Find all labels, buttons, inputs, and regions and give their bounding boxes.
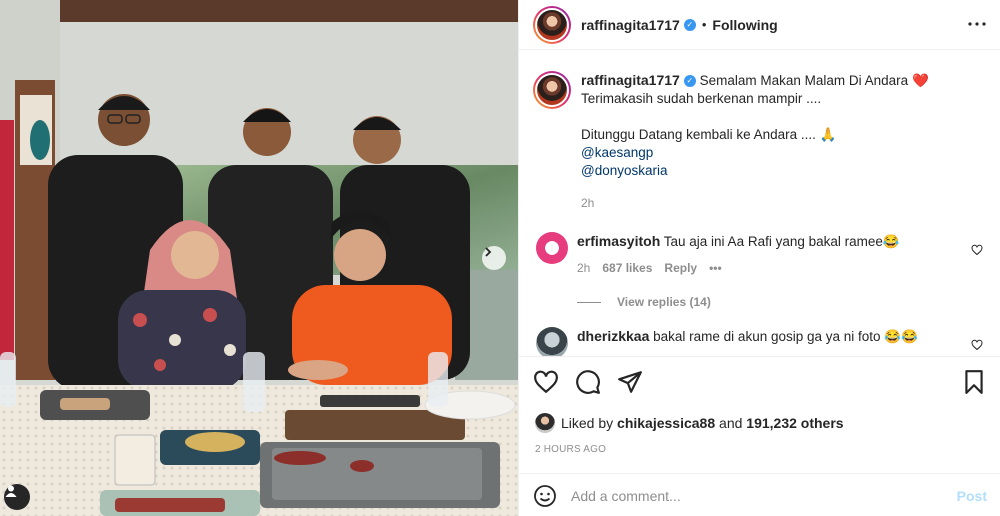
commenter-avatar[interactable] [536, 327, 568, 356]
liker-username[interactable]: chikajessica88 [617, 415, 715, 431]
caption-text: raffinagita1717 ✓ Semalam Makan Malam Di … [581, 71, 929, 212]
likes-summary: Liked by chikajessica88 and 191,232 othe… [535, 413, 844, 433]
action-icons [533, 369, 643, 395]
comment-like-heart-icon[interactable] [971, 339, 983, 351]
laughing-emoji: 😂 [882, 234, 900, 249]
comment-likes[interactable]: 687 likes [602, 259, 652, 277]
post-side-panel: raffinagita1717 ✓ • Following raffinagit… [518, 0, 1000, 516]
view-replies-label: View replies (14) [617, 295, 711, 309]
post-header: raffinagita1717 ✓ • Following [519, 0, 1000, 50]
post-photo[interactable] [0, 0, 518, 516]
author-username[interactable]: raffinagita1717 [581, 17, 680, 33]
comment-body: dherizkkaa bakal rame di akun gosip ga y… [577, 327, 918, 356]
dinner-photo-illustration [0, 0, 518, 516]
comment-like-heart-icon[interactable] [971, 244, 983, 256]
comment-options-button[interactable]: ••• [709, 259, 722, 277]
comments-list[interactable]: raffinagita1717 ✓ Semalam Makan Malam Di … [519, 51, 1000, 356]
tagged-users-button[interactable] [4, 484, 30, 510]
caption-line-3: Ditunggu Datang kembali ke Andara .... [581, 127, 816, 142]
post-actions: Liked by chikajessica88 and 191,232 othe… [519, 356, 1000, 516]
heart-icon [534, 370, 558, 394]
caption-username[interactable]: raffinagita1717 [581, 72, 680, 88]
caption-author-avatar[interactable] [533, 71, 571, 109]
comment-icon [576, 370, 600, 394]
comment-item: dherizkkaa bakal rame di akun gosip ga y… [533, 327, 987, 356]
liker-avatar[interactable] [535, 413, 555, 433]
more-horizontal-icon [968, 22, 986, 26]
post-caption: raffinagita1717 ✓ Semalam Makan Malam Di … [533, 71, 987, 212]
comment-text: Tau aja ini Aa Rafi yang bakal ramee [663, 234, 883, 249]
next-photo-button[interactable] [482, 246, 506, 270]
caption-line-2: Terimakasih sudah berkenan mampir .... [581, 91, 822, 106]
comment-input[interactable] [571, 487, 957, 504]
mention-donyoskaria[interactable]: @donyoskaria [581, 163, 668, 178]
comment-meta: 2h 687 likes Reply ••• [577, 259, 900, 277]
view-replies-button[interactable]: View replies (14) [577, 295, 987, 309]
share-icon [618, 371, 642, 393]
user-icon [5, 485, 17, 497]
caption-line-1: Semalam Makan Malam Di Andara [699, 73, 909, 88]
separator-dot: • [701, 17, 707, 32]
instagram-post-modal: raffinagita1717 ✓ • Following raffinagit… [0, 0, 1000, 516]
red-heart-emoji: ❤️ [911, 73, 929, 88]
replies-divider-line [577, 301, 601, 303]
save-button[interactable] [961, 369, 987, 395]
laughing-emoji: 😂😂 [884, 329, 918, 344]
verified-badge-icon: ✓ [683, 18, 696, 31]
chevron-right-icon [485, 247, 492, 257]
commenter-avatar[interactable] [536, 232, 568, 264]
author-avatar[interactable] [533, 5, 571, 44]
following-button[interactable]: Following [712, 17, 777, 33]
post-comment-button[interactable]: Post [957, 488, 987, 504]
commenter-username[interactable]: erfimasyitoh [577, 233, 660, 249]
pray-emoji: 🙏 [819, 127, 837, 142]
liked-by-label: Liked by [561, 415, 614, 431]
comment-item: erfimasyitoh Tau aja ini Aa Rafi yang ba… [533, 232, 987, 277]
reply-button[interactable]: Reply [664, 259, 697, 277]
add-comment-bar: Post [519, 473, 1000, 516]
share-button[interactable] [617, 369, 643, 395]
verified-badge-icon: ✓ [683, 75, 696, 88]
likes-count-link[interactable]: 191,232 others [746, 415, 843, 431]
commenter-username[interactable]: dherizkkaa [577, 328, 649, 344]
caption-time[interactable]: 2h [581, 194, 929, 212]
comment-button[interactable] [575, 369, 601, 395]
likes-conjunction: and [719, 415, 743, 431]
comment-text: bakal rame di akun gosip ga ya ni foto [653, 329, 881, 344]
more-options-button[interactable] [967, 14, 987, 34]
post-timestamp[interactable]: 2 HOURS AGO [535, 444, 606, 455]
emoji-icon[interactable] [533, 484, 557, 508]
bookmark-icon [965, 370, 983, 394]
mention-kaesangp[interactable]: @kaesangp [581, 145, 653, 160]
like-button[interactable] [533, 369, 559, 395]
comment-body: erfimasyitoh Tau aja ini Aa Rafi yang ba… [577, 232, 900, 277]
comment-time[interactable]: 2h [577, 259, 590, 277]
